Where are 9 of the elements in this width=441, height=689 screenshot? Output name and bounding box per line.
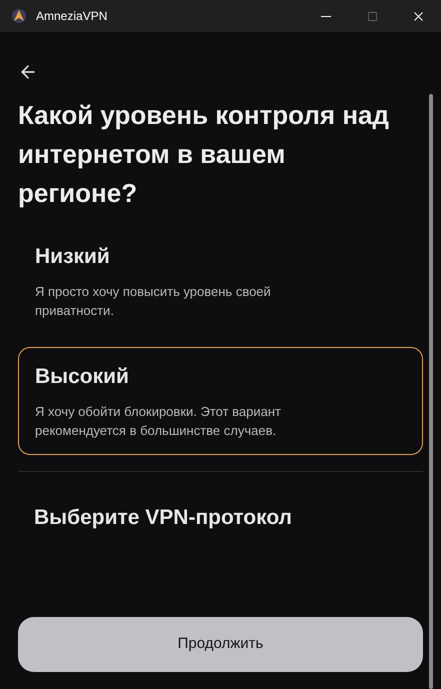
page-heading: Какой уровень контроля над интернетом в вашем регионе? — [18, 99, 390, 210]
window-title: AmneziaVPN — [36, 8, 108, 25]
maximize-icon — [366, 10, 378, 22]
option-card[interactable]: Низкий Я просто хочу повысить уровень своей приватности. — [18, 227, 423, 335]
protocol-link[interactable]: Выберите VPN-протокол — [18, 502, 423, 534]
app-logo-icon — [11, 8, 27, 24]
continue-button[interactable]: Продолжить — [18, 617, 423, 672]
option-card[interactable]: Высокий Я хочу обойти блокировки. Этот вариант рекомендуется в большинстве случаев. — [18, 347, 423, 455]
scrollbar[interactable] — [429, 94, 433, 689]
